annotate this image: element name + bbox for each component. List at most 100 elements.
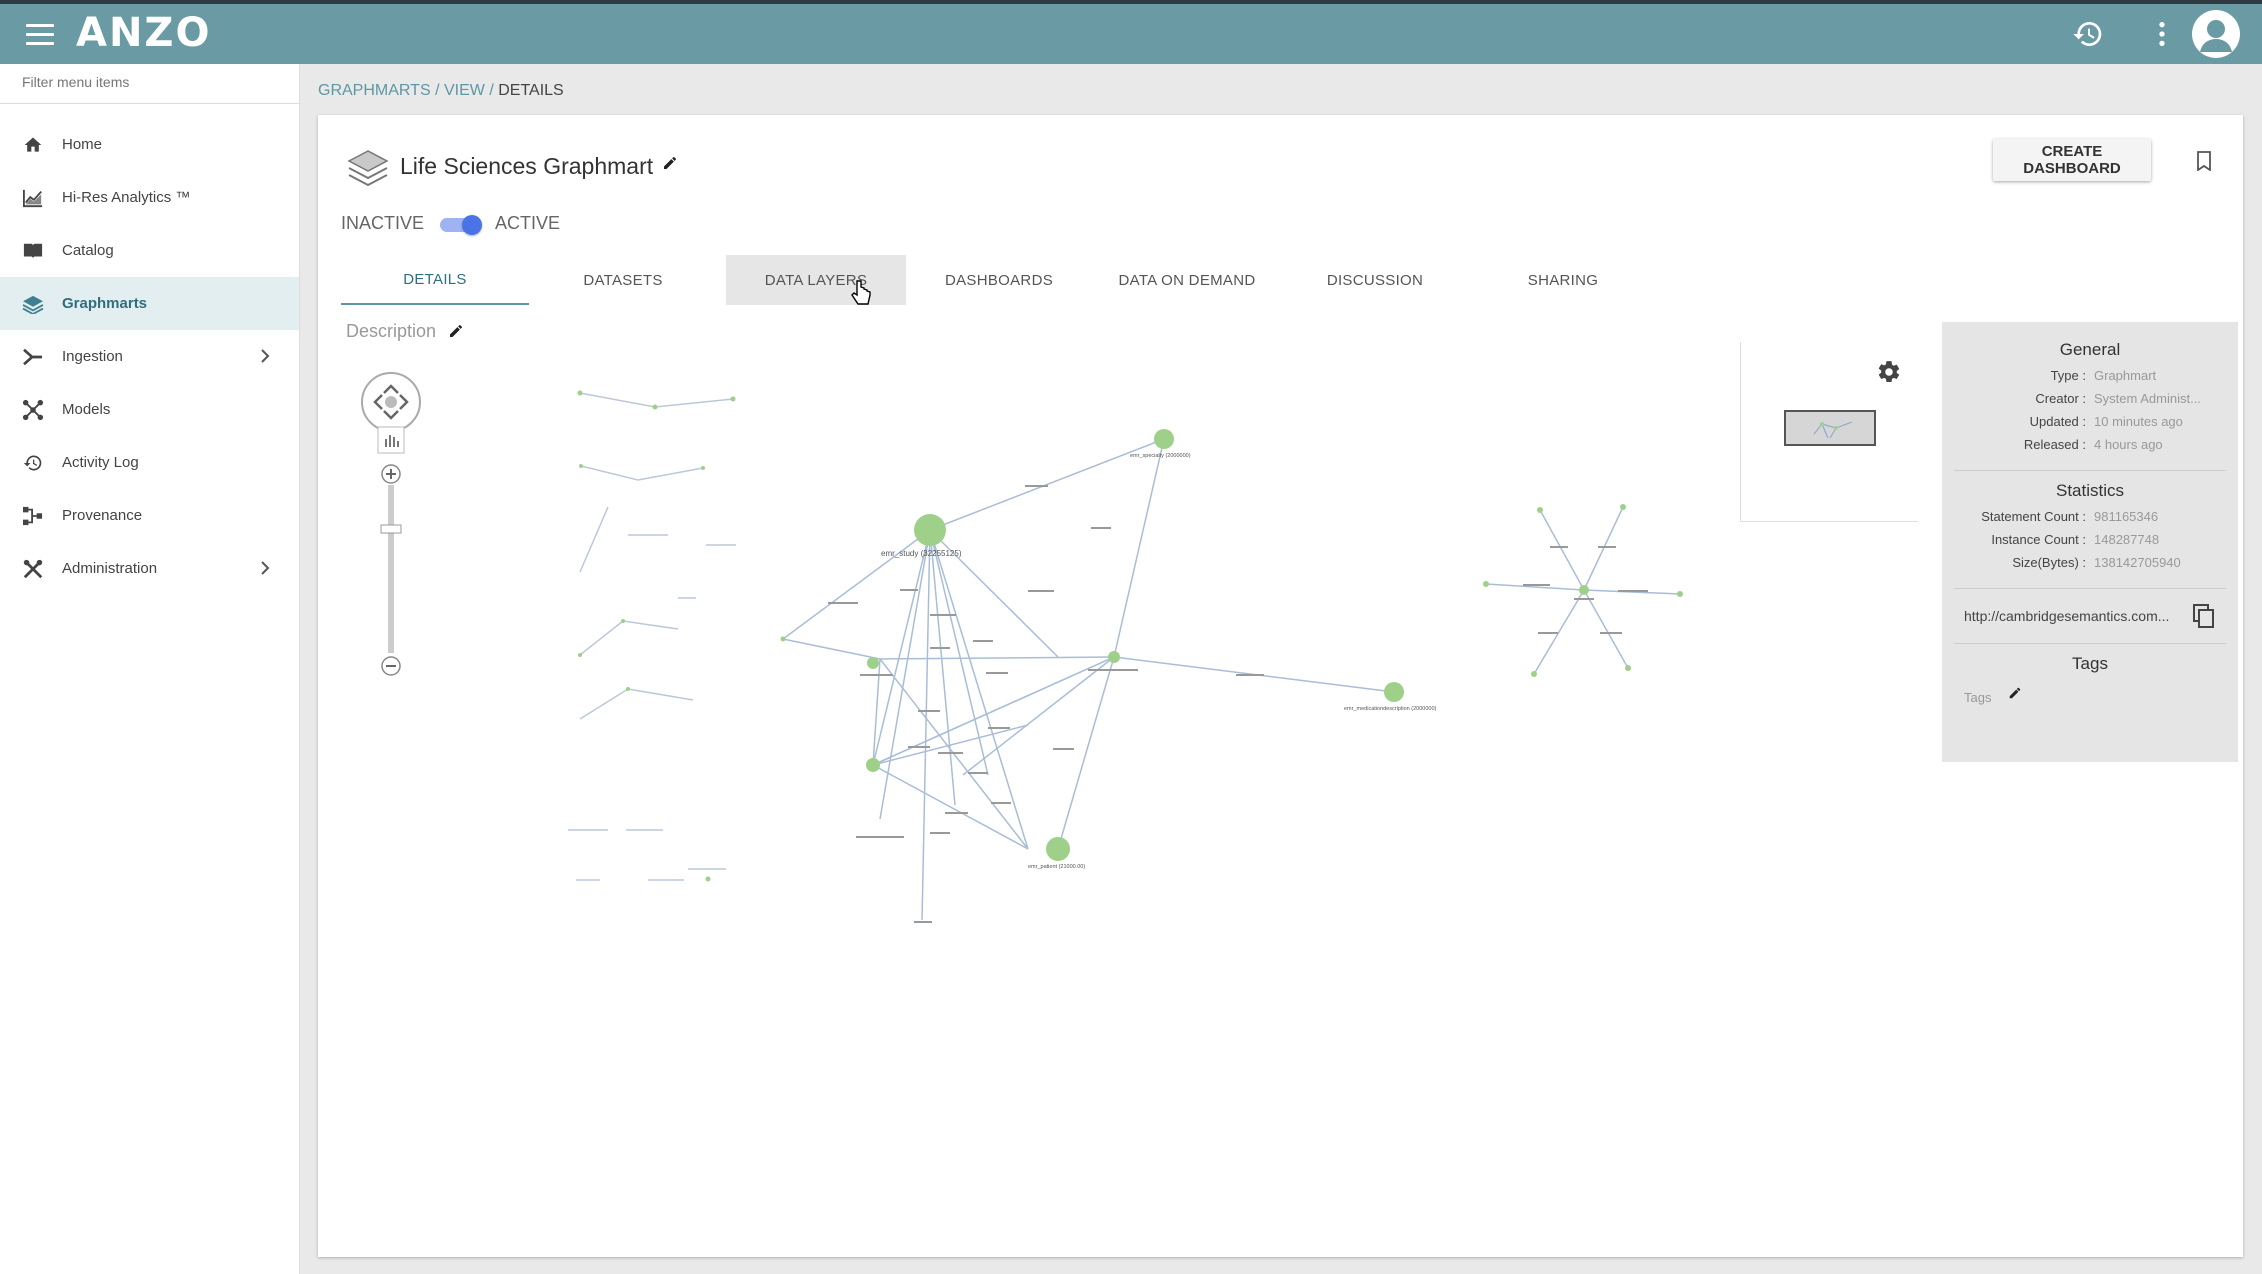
sidebar-item-administration[interactable]: Administration (0, 542, 299, 595)
chart-icon (22, 187, 44, 209)
graph-node-emr-patient (1046, 837, 1070, 861)
breadcrumb-details: DETAILS (498, 82, 564, 99)
graphmart-icon (347, 150, 389, 187)
gear-icon[interactable] (1876, 359, 1902, 385)
graph-node (1108, 651, 1120, 663)
minimap-viewport[interactable] (1784, 410, 1876, 446)
general-row: Released :4 hours ago (2023, 437, 2163, 452)
active-toggle[interactable] (440, 215, 482, 235)
hand-pan-icon[interactable] (377, 426, 405, 454)
hamburger-menu-icon[interactable] (26, 24, 54, 48)
sidebar-item-label: Models (62, 401, 111, 418)
tab-details[interactable]: DETAILS (341, 255, 529, 305)
graph-canvas[interactable]: emr_study (32255125) emr_specialty (2000… (318, 335, 1918, 1035)
graph-node-label: emr_medicationdescription (2000000) (1344, 706, 1436, 712)
graph-node-emr-medicationdescription (1384, 682, 1404, 702)
sidebar-item-label: Catalog (62, 242, 114, 259)
tags-heading: Tags (2072, 654, 2108, 673)
tab-datasets[interactable]: DATASETS (529, 255, 717, 305)
sidebar-item-graphmarts[interactable]: Graphmarts (0, 277, 299, 330)
graph-node-label: emr_patient (21000.00) (1028, 864, 1085, 870)
breadcrumb-view[interactable]: VIEW (444, 82, 485, 99)
statistics-row: Statement Count :981165346 (1981, 509, 2159, 524)
sidebar-item-label: Hi-Res Analytics ™ (62, 189, 191, 206)
statistics-heading: Statistics (2055, 481, 2125, 500)
statistics-row: Instance Count :148287748 (1991, 532, 2160, 547)
page-title: Life Sciences Graphmart (400, 153, 654, 179)
general-row: Updated :10 minutes ago (2029, 414, 2183, 429)
edit-title-pencil-icon[interactable] (662, 155, 678, 171)
graph-star-nodes[interactable] (1483, 504, 1683, 677)
graphmart-info-panel: General Type : Graphmart Creator : System … (1942, 322, 2238, 762)
models-icon (22, 399, 44, 421)
sidebar-item-label: Administration (62, 560, 158, 577)
graph-fragments (568, 392, 736, 881)
graph-node-label: emr_specialty (2000000) (1130, 453, 1191, 459)
tab-data-on-demand[interactable]: DATA ON DEMAND (1093, 255, 1281, 305)
sidebar-item-label: Graphmarts (62, 295, 148, 312)
sidebar-item-label: Ingestion (62, 348, 123, 365)
filter-menu (0, 64, 299, 104)
graphmart-uri-row: http://cambridgesemantics.com... (1942, 599, 2238, 633)
general-heading: General (2059, 340, 2121, 359)
sidebar-item-label: Activity Log (62, 454, 139, 471)
sidebar-item-home[interactable]: Home (0, 118, 299, 171)
sidebar-item-ingestion[interactable]: Ingestion (0, 330, 299, 383)
graph-node-emr-study (914, 514, 946, 546)
sidebar-item-catalog[interactable]: Catalog (0, 224, 299, 277)
history-icon (22, 452, 44, 474)
graph-node (780, 636, 786, 642)
sidebar-item-hi-res-analytics[interactable]: Hi-Res Analytics ™ (0, 171, 299, 224)
book-icon (22, 240, 44, 262)
active-label: ACTIVE (495, 213, 561, 233)
graph-node-labels: emr_study (32255125) emr_specialty (2000… (881, 453, 1436, 870)
sidebar-item-activity-log[interactable]: Activity Log (0, 436, 299, 489)
home-icon (22, 134, 44, 156)
sidebar-item-label: Provenance (62, 507, 143, 524)
tab-dashboards[interactable]: DASHBOARDS (905, 255, 1093, 305)
tags-placeholder: Tags (1964, 690, 1992, 705)
graphmart-uri: http://cambridgesemantics.com... (1964, 608, 2170, 624)
sidebar-item-provenance[interactable]: Provenance (0, 489, 299, 542)
user-avatar[interactable] (2192, 10, 2240, 58)
tools-icon (22, 558, 44, 580)
sidebar: Home Hi-Res Analytics ™ Catalog Graphmar… (0, 64, 300, 1274)
graph-nodes[interactable] (780, 429, 1405, 861)
chevron-right-icon[interactable] (259, 348, 271, 364)
zoom-slider[interactable] (380, 464, 402, 676)
ingestion-icon (22, 346, 44, 368)
user-icon (2200, 20, 2232, 52)
breadcrumb-separator: / (489, 82, 494, 99)
top-bar: ANZO (0, 0, 2262, 64)
graphmart-card: Life Sciences Graphmart CREATE DASHBOARD… (318, 115, 2243, 1257)
inactive-label: INACTIVE (341, 213, 425, 233)
tab-discussion[interactable]: DISCUSSION (1281, 255, 1469, 305)
tab-data-layers[interactable]: DATA LAYERS (726, 255, 906, 305)
chevron-right-icon[interactable] (259, 560, 271, 576)
history-icon[interactable] (2072, 18, 2104, 50)
graph-fragment-nodes (577, 390, 736, 882)
create-dashboard-button[interactable]: CREATE DASHBOARD (1993, 139, 2151, 181)
pan-control[interactable] (361, 372, 421, 432)
breadcrumb-graphmarts[interactable]: GRAPHMARTS (318, 82, 431, 99)
filter-menu-input[interactable] (22, 74, 277, 90)
breadcrumb: GRAPHMARTS / VIEW / DETAILS (318, 82, 564, 100)
bookmark-icon[interactable] (2196, 151, 2212, 171)
breadcrumb-separator: / (435, 82, 440, 99)
pointer-cursor-icon (851, 280, 871, 305)
copy-icon[interactable] (2192, 603, 2216, 629)
layers-icon (22, 293, 44, 315)
statistics-row: Size(Bytes) :138142705940 (2012, 555, 2181, 570)
tab-sharing[interactable]: SHARING (1469, 255, 1657, 305)
sidebar-item-models[interactable]: Models (0, 383, 299, 436)
provenance-icon (22, 505, 44, 527)
general-row: Creator : System Administ... (2035, 391, 2201, 406)
graph-node (867, 657, 879, 669)
edit-tags-pencil-icon[interactable] (2008, 686, 2022, 700)
graph-edges (782, 438, 1395, 921)
anzo-logo: ANZO (76, 10, 212, 56)
sidebar-item-label: Home (62, 136, 103, 153)
graph-node (866, 758, 880, 772)
graph-node-label: emr_study (32255125) (881, 549, 962, 558)
more-vertical-icon[interactable] (2146, 18, 2178, 50)
